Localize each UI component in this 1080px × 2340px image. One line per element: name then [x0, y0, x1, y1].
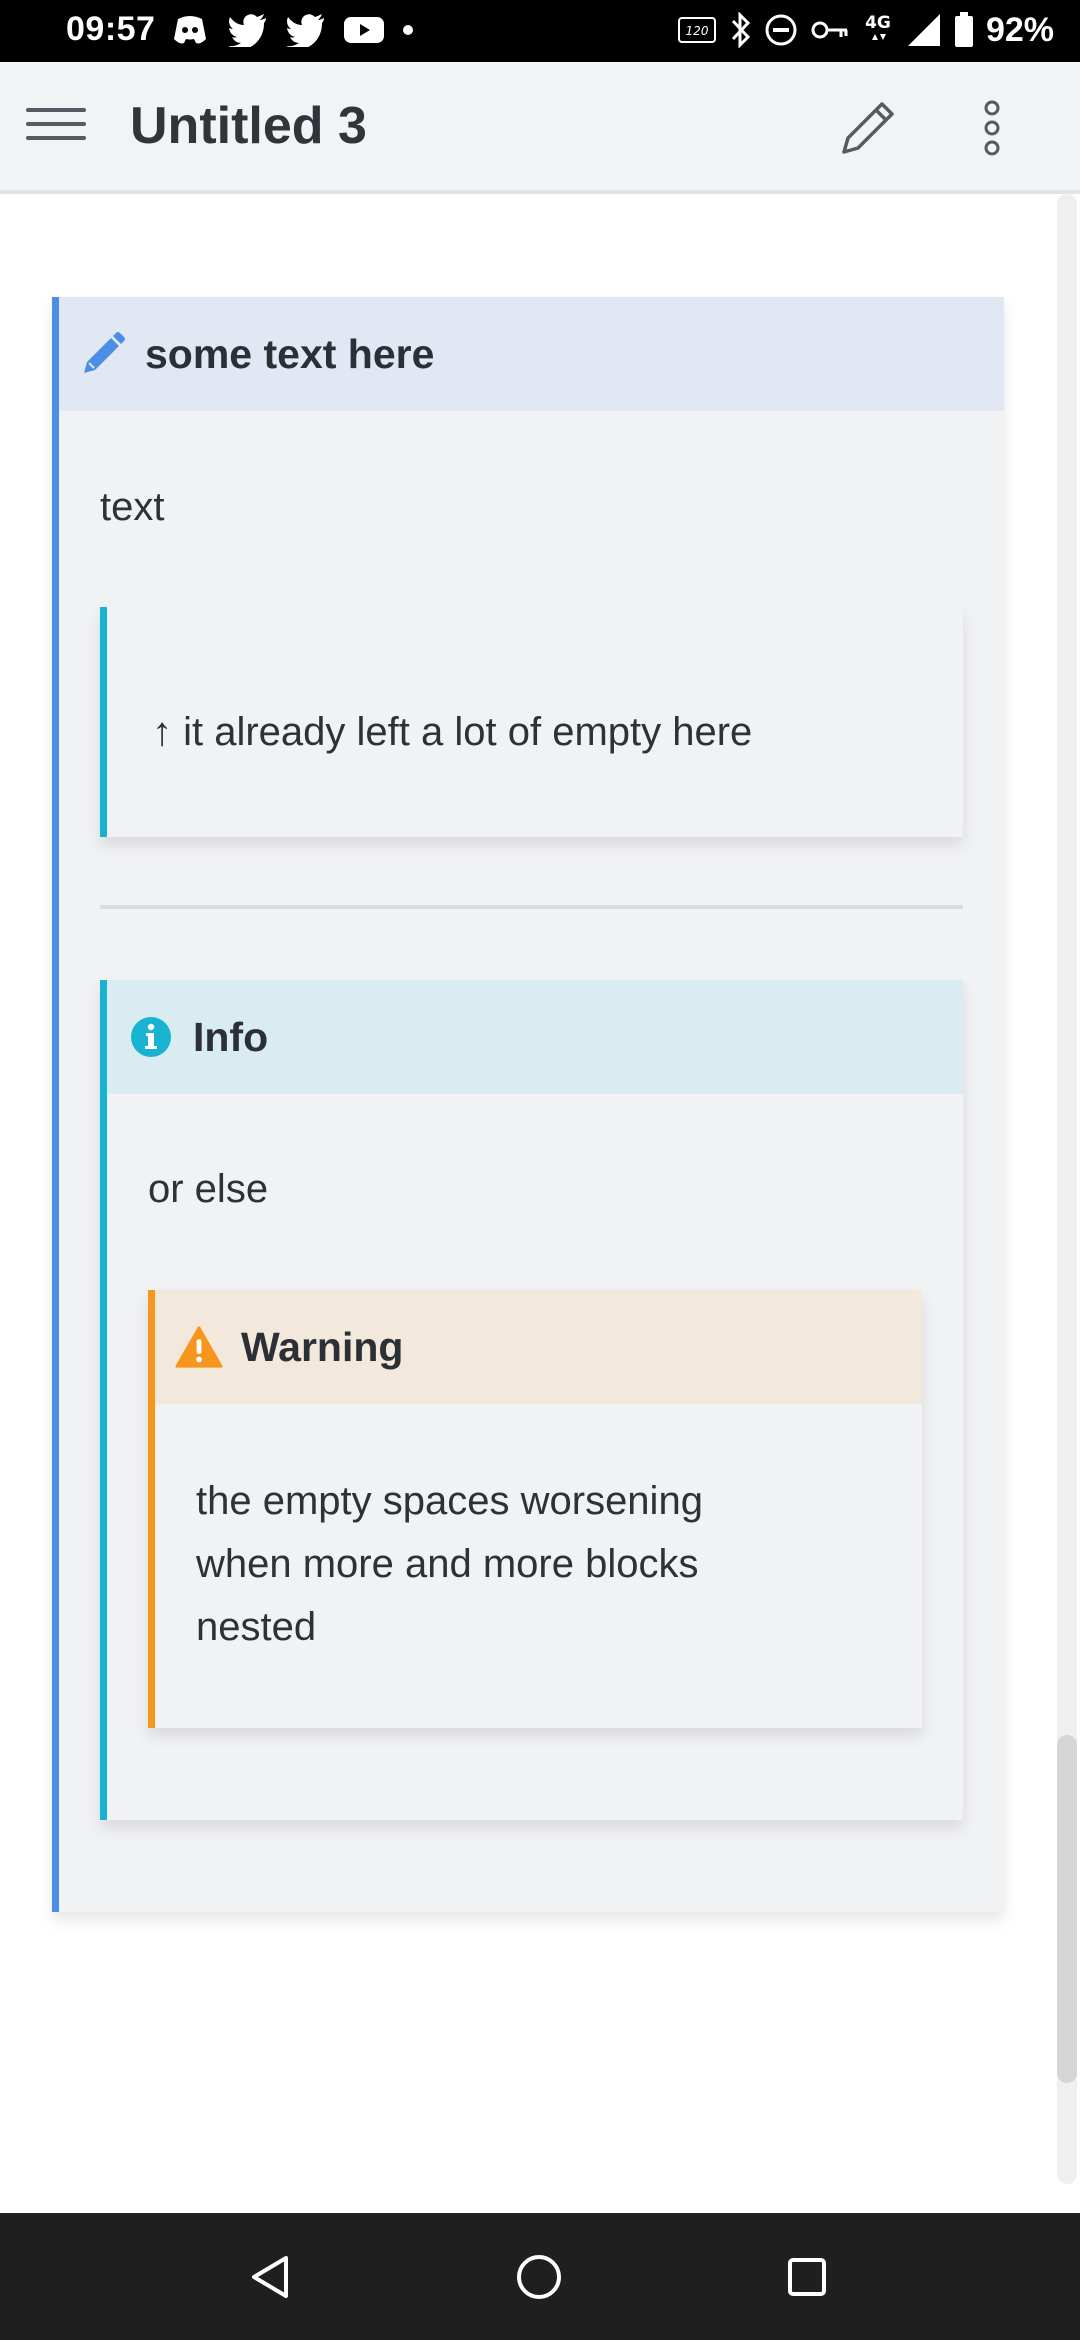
120hz-icon: 120: [677, 8, 718, 52]
callout-header[interactable]: some text here: [59, 297, 1004, 411]
twitter-icon: [228, 8, 268, 52]
warning-header[interactable]: Warning: [155, 1290, 922, 1404]
status-time: 09:57: [66, 10, 156, 48]
warning-accent-bar: [148, 1290, 155, 1728]
warning-text-line: the empty spaces worsening: [196, 1479, 703, 1523]
recents-square-icon[interactable]: [775, 2245, 839, 2309]
youtube-icon: [344, 8, 384, 52]
signal-icon: [906, 8, 942, 52]
warning-text-line: when more and more blocks: [196, 1542, 699, 1586]
dnd-icon: [764, 8, 798, 52]
warning-text-line: nested: [196, 1605, 317, 1649]
callout-info: Info or else Warning the empty spaces wo…: [100, 980, 963, 1820]
back-triangle-icon[interactable]: [238, 2245, 302, 2309]
status-bar: 09:57 120 4G 92%: [0, 0, 1080, 62]
svg-text:4G: 4G: [865, 13, 891, 33]
scrollbar-thumb[interactable]: [1057, 1735, 1077, 2083]
app-bar: Untitled 3: [0, 62, 1080, 194]
callout-title: some text here: [145, 330, 435, 377]
quote-accent-bar: [100, 607, 107, 837]
warning-text: the empty spaces worsening when more and…: [196, 1470, 703, 1659]
info-text: or else: [148, 1167, 269, 1211]
pencil-icon: [79, 330, 127, 378]
hamburger-menu-icon[interactable]: [26, 98, 86, 154]
info-header[interactable]: Info: [107, 980, 963, 1094]
more-vert-icon[interactable]: [970, 88, 1014, 168]
battery-percent: 92%: [985, 10, 1054, 49]
warning-icon: [175, 1323, 223, 1371]
bluetooth-icon: [730, 8, 752, 52]
twitter-icon: [286, 8, 326, 52]
svg-text:120: 120: [685, 24, 708, 38]
divider: [100, 905, 963, 909]
dot-icon: [402, 8, 414, 52]
home-circle-icon[interactable]: [507, 2245, 571, 2309]
pencil-icon[interactable]: [830, 88, 910, 168]
notification-icons: [170, 8, 414, 52]
callout-warning: Warning the empty spaces worsening when …: [148, 1290, 922, 1728]
callout-accent-bar: [52, 297, 59, 1912]
quote-block: ↑ it already left a lot of empty here: [100, 607, 963, 837]
callout-text: text: [100, 485, 165, 529]
page-title: Untitled 3: [130, 97, 367, 155]
quote-text: ↑ it already left a lot of empty here: [152, 710, 753, 754]
4g-icon: 4G: [862, 8, 894, 52]
info-icon: [127, 1013, 175, 1061]
battery-icon: [954, 8, 974, 52]
warning-title: Warning: [241, 1323, 404, 1370]
callout-main: some text here text ↑ it already left a …: [52, 297, 1004, 1912]
discord-icon: [170, 8, 210, 52]
vpn-key-icon: [810, 8, 850, 52]
info-title: Info: [193, 1013, 269, 1060]
navigation-bar: [0, 2213, 1080, 2340]
system-icons: 120 4G 92%: [677, 8, 1054, 52]
info-accent-bar: [100, 980, 107, 1820]
